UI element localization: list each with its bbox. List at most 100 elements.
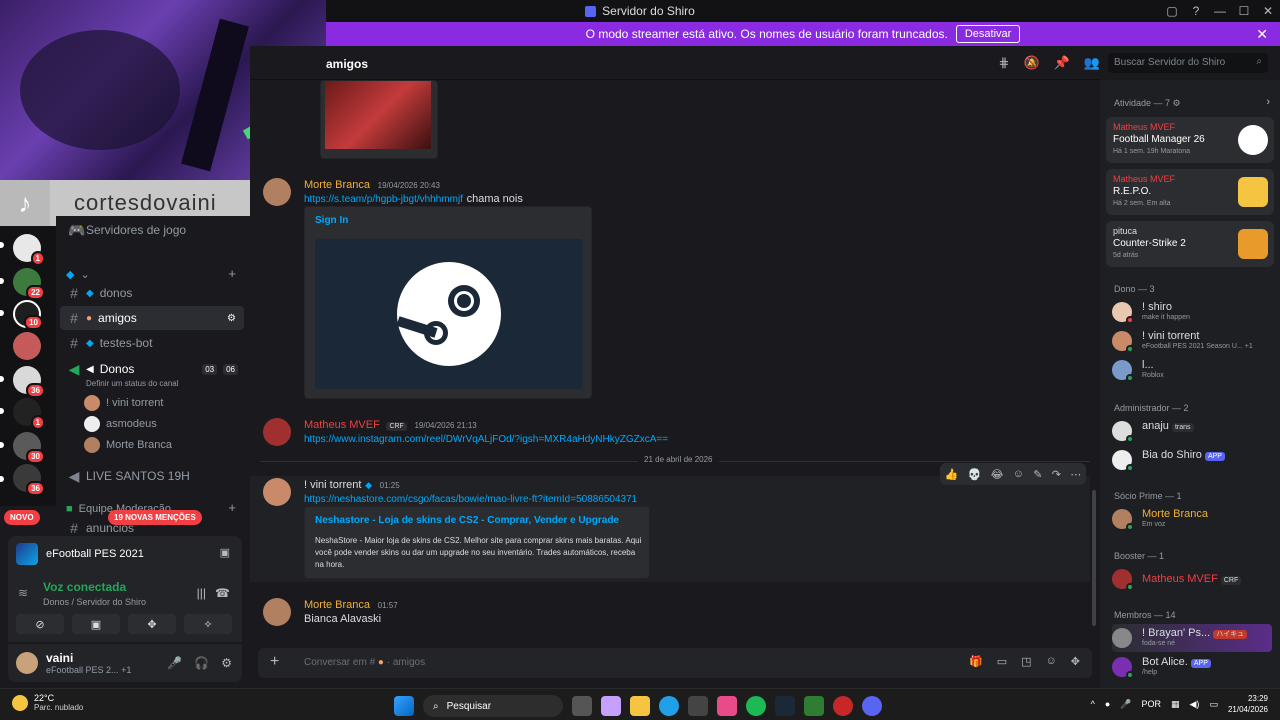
scrollbar[interactable] xyxy=(1092,490,1096,626)
weather-widget[interactable]: 22°C Parc. nublado xyxy=(12,693,83,712)
reaction-icon[interactable]: 💀 xyxy=(968,468,982,481)
app-tray-icon[interactable]: ● xyxy=(1105,699,1110,709)
member-item[interactable]: Matheus MVEF CRF xyxy=(1112,565,1272,593)
discord-icon[interactable] xyxy=(862,696,882,716)
store-icon[interactable] xyxy=(688,696,708,716)
avatar[interactable] xyxy=(263,478,291,506)
steam-icon[interactable] xyxy=(775,696,795,716)
server-icon[interactable] xyxy=(13,332,41,360)
copilot-icon[interactable] xyxy=(601,696,621,716)
add-channel-icon[interactable]: + xyxy=(228,266,236,281)
server-icon[interactable]: 1 xyxy=(13,398,45,430)
channel-testes-bot[interactable]: # ◆ testes-bot xyxy=(60,331,244,355)
clock[interactable]: 23:29 21/04/2026 xyxy=(1228,693,1268,715)
username[interactable]: vaini xyxy=(46,651,131,665)
members-icon[interactable]: 👥 xyxy=(1084,55,1100,71)
disable-streamer-button[interactable]: Desativar xyxy=(955,25,1021,43)
activities-button[interactable]: ✥ xyxy=(128,614,176,634)
embed-image[interactable] xyxy=(315,239,583,389)
mentions-badge[interactable]: 19 NOVAS MENÇÕES xyxy=(108,510,202,525)
file-explorer-icon[interactable] xyxy=(630,696,650,716)
member-item[interactable]: Bia do Shiro APP xyxy=(1112,446,1272,474)
edit-icon[interactable]: ✎ xyxy=(1033,468,1042,481)
voice-status-text[interactable]: Definir um status do canal xyxy=(86,379,179,388)
chevron-right-icon[interactable]: › xyxy=(1266,96,1270,108)
embed-title[interactable]: Neshastore - Loja de skins de CS2 - Comp… xyxy=(315,515,619,526)
mute-icon[interactable]: 🔕 xyxy=(1023,55,1039,71)
voice-user[interactable]: asmodeus xyxy=(84,414,157,434)
message-link[interactable]: https://www.instagram.com/reel/DWrVqALjF… xyxy=(304,434,668,445)
server-icon[interactable]: 36 xyxy=(13,366,45,398)
message-link[interactable]: https://neshastore.com/csgo/facas/bowie/… xyxy=(304,494,637,505)
server-icon[interactable]: 1 xyxy=(13,234,45,266)
message-link[interactable]: https://s.team/p/hgpb-jbgt/vhhhmmjf xyxy=(304,194,463,205)
soundboard-button[interactable]: ✧ xyxy=(184,614,232,634)
spotify-icon[interactable] xyxy=(746,696,766,716)
add-attachment-icon[interactable]: + xyxy=(270,653,279,671)
game-servers-link[interactable]: 🎮 Servidores de jogo xyxy=(60,218,244,242)
battery-icon[interactable]: ▭ xyxy=(1209,699,1218,710)
gear-icon[interactable]: ⚙ xyxy=(221,656,232,670)
voice-user[interactable]: ! vini torrent xyxy=(84,393,163,413)
volume-icon[interactable]: ◀) xyxy=(1190,699,1200,710)
taskbar-search[interactable]: ⌕ Pesquisar xyxy=(423,695,563,717)
chevron-up-icon[interactable]: ^ xyxy=(1091,699,1095,709)
reaction-icon[interactable]: 👍 xyxy=(945,468,959,481)
close-button[interactable]: ✕ xyxy=(1256,4,1280,18)
gift-icon[interactable]: 🎁 xyxy=(969,655,983,668)
member-item[interactable]: ! shiro make it happen xyxy=(1112,298,1272,326)
avatar[interactable] xyxy=(263,598,291,626)
avatar[interactable] xyxy=(263,178,291,206)
channel-amigos[interactable]: # ● amigos ⚙ xyxy=(60,306,244,330)
task-view-icon[interactable] xyxy=(572,696,592,716)
activity-card[interactable]: Matheus MVEF R.E.P.O. Há 2 sem. Em alta xyxy=(1106,169,1274,215)
activity-panel[interactable]: eFootball PES 2021 ▣ xyxy=(8,536,242,572)
soundboard-icon[interactable]: ||| xyxy=(197,586,206,600)
search-input[interactable]: Buscar Servidor do Shiro ⌕ xyxy=(1108,53,1268,73)
image-attachment[interactable] xyxy=(320,80,438,159)
reply-icon[interactable]: ↷ xyxy=(1052,468,1061,481)
minimize-button[interactable]: — xyxy=(1208,4,1232,18)
signal-icon[interactable]: ≋ xyxy=(18,586,28,600)
activity-card[interactable]: Matheus MVEF Football Manager 26 Há 1 se… xyxy=(1106,117,1274,163)
message-composer[interactable]: + Conversar em # ● · amigos 🎁 ▭ ◳ ☺ ✥ xyxy=(258,648,1092,678)
member-item[interactable]: anaju trans xyxy=(1112,417,1272,445)
screen-icon[interactable]: ▣ xyxy=(220,546,230,559)
server-icon[interactable]: 22 xyxy=(13,268,45,300)
server-icon[interactable]: 36 xyxy=(13,464,45,496)
add-reaction-icon[interactable]: ☺ xyxy=(1013,468,1024,480)
voice-user[interactable]: Morte Branca xyxy=(84,435,172,455)
disconnect-icon[interactable]: ☎ xyxy=(215,586,230,600)
activity-card[interactable]: pituca Counter-Strike 2 5d atrás xyxy=(1106,221,1274,267)
member-item[interactable]: Morte Branca Em voz xyxy=(1112,505,1272,533)
microphone-icon[interactable]: 🎤 xyxy=(167,656,182,670)
server-icon[interactable]: 30 xyxy=(13,432,45,464)
channel-donos[interactable]: # ◆ donos xyxy=(60,281,244,305)
server-icon[interactable]: 10 xyxy=(13,300,43,330)
voice-channel-live[interactable]: ◀ LIVE SANTOS 19H xyxy=(60,464,244,488)
microphone-icon[interactable]: 🎤 xyxy=(1120,699,1131,710)
app-icon[interactable] xyxy=(833,696,853,716)
new-badge[interactable]: NOVO xyxy=(4,510,40,525)
threads-icon[interactable]: ⋕ xyxy=(999,55,1010,71)
voice-channel-donos[interactable]: ◀ ◀ Donos 03 06 xyxy=(60,357,244,381)
network-icon[interactable]: ▦ xyxy=(1171,699,1180,710)
member-item[interactable]: ! Brayan' Ps... ハイキュ foda-se né xyxy=(1112,624,1272,652)
avatar[interactable] xyxy=(263,418,291,446)
more-icon[interactable]: ⋯ xyxy=(1070,468,1081,481)
edge-icon[interactable] xyxy=(659,696,679,716)
category-header[interactable]: ◆ ⌄ xyxy=(66,268,90,281)
add-channel-icon[interactable]: + xyxy=(228,500,236,515)
gif-icon[interactable]: ▭ xyxy=(997,655,1007,668)
camera-button[interactable]: ⊘ xyxy=(16,614,64,634)
avatar[interactable] xyxy=(16,652,38,674)
member-item[interactable]: l... Roblox xyxy=(1112,356,1272,384)
member-item[interactable]: Bot Alice. APP /help xyxy=(1112,653,1272,681)
inbox-icon[interactable]: ▢ xyxy=(1160,4,1184,18)
help-icon[interactable]: ? xyxy=(1184,4,1208,18)
pin-icon[interactable]: 📌 xyxy=(1054,55,1070,71)
photos-icon[interactable] xyxy=(717,696,737,716)
screen-share-button[interactable]: ▣ xyxy=(72,614,120,634)
close-icon[interactable]: ✕ xyxy=(1256,26,1268,43)
maximize-button[interactable]: ☐ xyxy=(1232,4,1256,18)
